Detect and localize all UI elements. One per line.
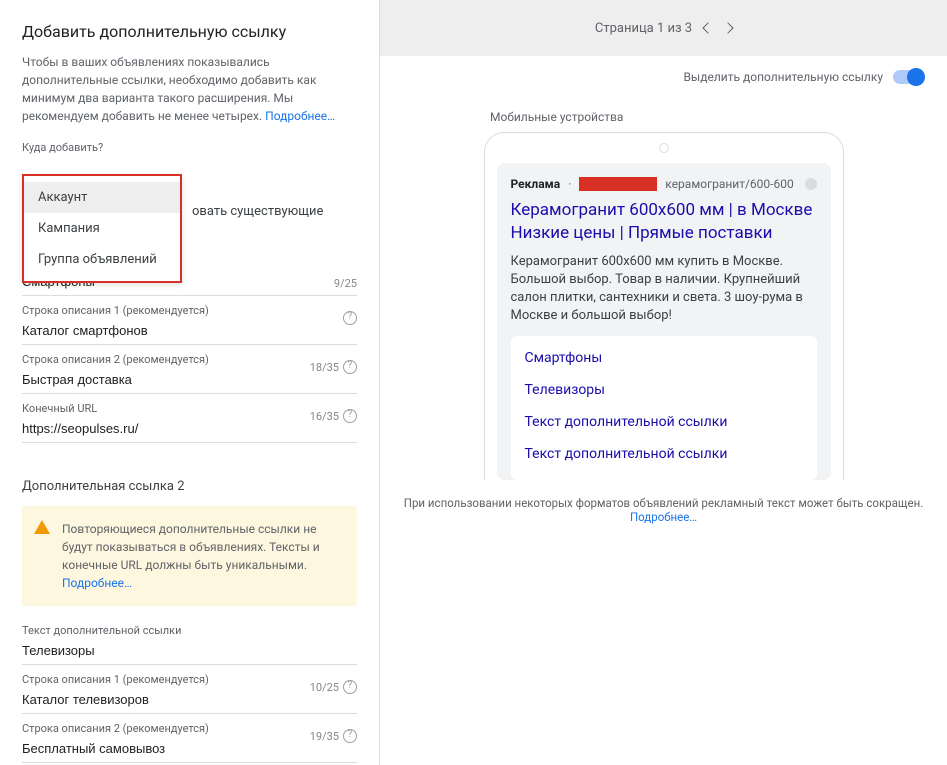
preview-footer-note: При использовании некоторых форматов объ… xyxy=(380,496,947,524)
duplicate-warning-text: Повторяющиеся дополнительные ссылки не б… xyxy=(62,522,320,572)
sitelink1-desc1-input[interactable] xyxy=(22,319,357,345)
ad-description: Керамогранит 600x600 мм купить в Москве.… xyxy=(511,253,817,326)
sitelink1-desc2-input[interactable] xyxy=(22,368,357,394)
preview-footer-link[interactable]: Подробнее… xyxy=(630,510,697,524)
intro-text: Чтобы в ваших объявлениях показывались д… xyxy=(22,53,357,125)
sitelink1-url-counter: 16/35 xyxy=(310,410,339,423)
sitelink1-url-label: Конечный URL xyxy=(22,402,357,415)
ad-card: Реклама · керамогранит/600-600 Керамогра… xyxy=(497,163,831,480)
sitelink1-url-field: Конечный URL 16/35 xyxy=(22,402,357,443)
ad-sitelinks-box: Смартфоны Телевизоры Текст дополнительно… xyxy=(511,336,817,480)
device-label: Мобильные устройства xyxy=(490,110,623,124)
sitelink1-desc2-label: Строка описания 2 (рекомендуется) xyxy=(22,353,357,366)
sitelink2-desc1-counter: 10/25 xyxy=(310,681,339,694)
ad-top-row: Реклама · керамогранит/600-600 xyxy=(511,177,817,191)
ad-sitelink[interactable]: Телевизоры xyxy=(511,374,817,406)
ad-sitelink[interactable]: Смартфоны xyxy=(511,342,817,374)
redacted-domain xyxy=(579,177,657,191)
sitelink1-desc1-field: Строка описания 1 (рекомендуется) xyxy=(22,304,357,345)
sitelink2-desc2-field: Строка описания 2 (рекомендуется) 19/35 xyxy=(22,722,357,763)
ad-preview-area: Мобильные устройства Реклама · керамогра… xyxy=(380,90,947,765)
sitelink1-desc2-field: Строка описания 2 (рекомендуется) 18/35 xyxy=(22,353,357,394)
intro-learn-more-link[interactable]: Подробнее… xyxy=(265,109,335,123)
highlight-toggle[interactable] xyxy=(893,70,923,84)
ad-badge: Реклама xyxy=(511,177,561,191)
duplicate-warning: Повторяющиеся дополнительные ссылки не б… xyxy=(22,506,357,606)
sitelink2-section-title: Дополнительная ссылка 2 xyxy=(22,479,357,494)
sitelink2-text-label: Текст дополнительной ссылки xyxy=(22,624,357,637)
sitelink2-desc1-label: Строка описания 1 (рекомендуется) xyxy=(22,673,357,686)
ad-headline-2: Низкие цены | Прямые поставки xyxy=(511,222,817,245)
help-icon[interactable] xyxy=(343,729,357,743)
panel-title: Добавить дополнительную ссылку xyxy=(22,22,357,41)
highlight-toggle-bar: Выделить дополнительную ссылку xyxy=(380,56,947,90)
sitelink1-url-meta: 16/35 xyxy=(310,409,357,423)
ad-display-url: керамогранит/600-600 xyxy=(665,177,793,191)
sitelink2-desc1-meta: 10/25 xyxy=(310,680,357,694)
pager-text: Страница 1 из 3 xyxy=(595,21,692,36)
right-panel: Страница 1 из 3 Выделить дополнительную … xyxy=(380,0,947,765)
warning-icon xyxy=(34,520,50,534)
dropdown-option-account[interactable]: Аккаунт xyxy=(24,182,180,213)
pager-prev-button[interactable] xyxy=(702,22,713,33)
duplicate-warning-link[interactable]: Подробнее… xyxy=(62,576,132,590)
level-dropdown-wrapper: овать существующие Аккаунт Кампания Груп… xyxy=(22,156,357,233)
help-icon[interactable] xyxy=(343,360,357,374)
sitelink2-desc2-meta: 19/35 xyxy=(310,729,357,743)
ad-sitelink[interactable]: Текст дополнительной ссылки xyxy=(511,406,817,438)
sitelink1-desc2-counter: 18/35 xyxy=(310,361,339,374)
sitelink2-desc2-input[interactable] xyxy=(22,737,357,763)
help-icon[interactable] xyxy=(343,409,357,423)
sitelink1-text-counter: 9/25 xyxy=(334,277,357,290)
sitelink1-desc1-help xyxy=(343,311,357,325)
preview-footer-text: При использовании некоторых форматов объ… xyxy=(404,496,923,510)
phone-frame: Реклама · керамогранит/600-600 Керамогра… xyxy=(484,132,844,480)
use-existing-partial-text: овать существующие xyxy=(192,156,357,233)
dropdown-option-campaign[interactable]: Кампания xyxy=(24,213,180,244)
sitelink2-text-input[interactable] xyxy=(22,639,357,665)
phone-speaker-icon xyxy=(659,143,669,153)
sitelink2-desc2-counter: 19/35 xyxy=(310,730,339,743)
sitelink2-text-field: Текст дополнительной ссылки xyxy=(22,624,357,665)
highlight-label: Выделить дополнительную ссылку xyxy=(683,70,883,84)
sitelink1-desc1-label: Строка описания 1 (рекомендуется) xyxy=(22,304,357,317)
help-icon[interactable] xyxy=(343,311,357,325)
pager-next-button[interactable] xyxy=(722,22,733,33)
level-dropdown-menu: Аккаунт Кампания Группа объявлений xyxy=(22,174,182,283)
sitelink1-desc2-meta: 18/35 xyxy=(310,360,357,374)
sitelink2-desc1-input[interactable] xyxy=(22,688,357,714)
ad-more-icon[interactable] xyxy=(805,178,817,190)
preview-pager: Страница 1 из 3 xyxy=(380,0,947,56)
ad-sitelink[interactable]: Текст дополнительной ссылки xyxy=(511,438,817,470)
ad-headline: Керамогранит 600x600 мм | в Москве Низки… xyxy=(511,199,817,245)
sitelink2-desc2-label: Строка описания 2 (рекомендуется) xyxy=(22,722,357,735)
ad-separator: · xyxy=(568,177,571,191)
sitelink1-url-input[interactable] xyxy=(22,417,357,443)
help-icon[interactable] xyxy=(343,680,357,694)
dropdown-option-adgroup[interactable]: Группа объявлений xyxy=(24,244,180,275)
ad-headline-1: Керамогранит 600x600 мм | в Москве xyxy=(511,199,817,222)
where-to-add-label: Куда добавить? xyxy=(22,141,357,154)
left-panel: Добавить дополнительную ссылку Чтобы в в… xyxy=(0,0,380,765)
sitelink2-desc1-field: Строка описания 1 (рекомендуется) 10/25 xyxy=(22,673,357,714)
